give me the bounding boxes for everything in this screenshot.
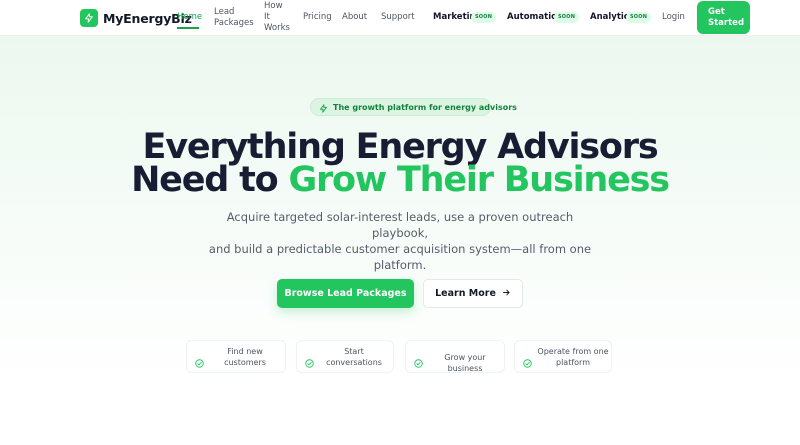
browse-lead-packages-button[interactable]: Browse Lead Packages [277, 279, 414, 308]
feature-item-start-conversations: Start conversations [296, 340, 394, 373]
tagline-text: The growth platform for energy advisors [333, 102, 517, 112]
get-started-button[interactable]: Get Started [697, 1, 750, 34]
arrow-right-icon [502, 288, 511, 300]
feature-label-line: Grow your business [444, 353, 486, 373]
nav-how-it-works-line: How [264, 1, 283, 11]
hero-section: The growth platform for energy advisors … [0, 0, 800, 445]
page-title-line-2: Need to Grow Their Business [0, 162, 800, 198]
hero-subtitle-line: platform. [373, 258, 427, 272]
feature-label: Start conversations [319, 346, 389, 368]
nav-about[interactable]: About [342, 12, 367, 23]
get-started-line: Get [708, 7, 725, 17]
tagline-pill: The growth platform for energy advisors [310, 98, 517, 117]
feature-label: Find new customers [209, 346, 281, 368]
nav-lead-packages-line: Lead [214, 7, 235, 17]
feature-label-line: Operate from one [537, 347, 609, 356]
feature-label-line: Find new [227, 347, 263, 356]
bolt-icon [319, 98, 328, 117]
feature-item-find-customers: Find new customers [186, 340, 286, 373]
brand-logo[interactable]: MyEnergyBiz [80, 9, 192, 27]
nav-home[interactable]: Home [177, 12, 202, 23]
nav-support[interactable]: Support [381, 12, 415, 23]
top-navbar: MyEnergyBiz Home Lead Packages How It Wo… [0, 0, 800, 36]
check-circle-icon [523, 353, 532, 368]
feature-item-one-platform: Operate from one platform [514, 340, 612, 373]
page-title-highlight: Grow Their Business [288, 160, 670, 200]
nav-lead-packages-line: Packages [214, 18, 254, 28]
check-circle-icon [305, 353, 314, 368]
soon-badge: SOON [471, 12, 497, 23]
feature-label-line: Start [344, 347, 364, 356]
nav-how-it-works-line: Works [264, 23, 290, 33]
check-circle-icon [195, 353, 204, 368]
learn-more-label: Learn More [435, 288, 496, 299]
soon-badge: SOON [626, 12, 652, 23]
nav-how-it-works-line: It [264, 12, 270, 22]
nav-login[interactable]: Login [662, 12, 685, 23]
nav-how-it-works[interactable]: How It Works [264, 1, 290, 34]
soon-badge: SOON [554, 12, 580, 23]
learn-more-button[interactable]: Learn More [423, 279, 523, 308]
feature-label-line: customers [224, 358, 266, 367]
hero-subtitle-line: Acquire targeted solar-interest leads, u… [226, 210, 574, 240]
feature-label: Grow your business [426, 352, 504, 374]
feature-label: Operate from one platform [535, 346, 611, 368]
nav-lead-packages[interactable]: Lead Packages [214, 7, 254, 29]
hero-subtitle-line: and build a predictable customer acquisi… [208, 242, 592, 256]
feature-label-line: platform [556, 358, 590, 367]
bolt-icon [80, 9, 98, 27]
get-started-line: Started [708, 18, 745, 28]
nav-pricing[interactable]: Pricing [303, 12, 332, 23]
feature-item-grow-business: Grow your business [405, 340, 505, 373]
check-circle-icon [414, 353, 423, 368]
page-title-prefix: Need to [131, 160, 289, 200]
hero-subtitle: Acquire targeted solar-interest leads, u… [200, 209, 600, 273]
feature-label-line: conversations [326, 358, 382, 367]
nav-active-indicator [177, 27, 199, 29]
